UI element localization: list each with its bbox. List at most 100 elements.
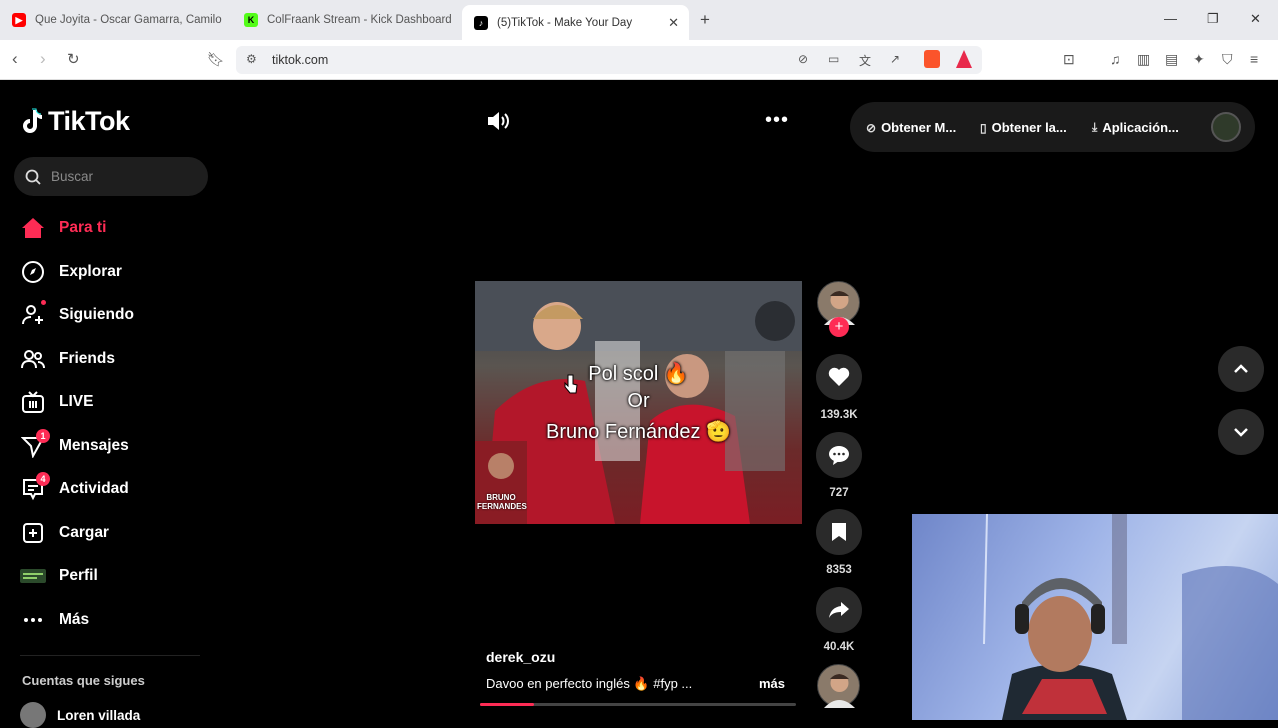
compass-icon bbox=[20, 259, 46, 285]
sidebar-item-perfil[interactable]: Perfil bbox=[20, 561, 98, 591]
video-overlay-line: Bruno Fernández 🫡 bbox=[546, 421, 731, 443]
translate-icon[interactable]: 文 bbox=[859, 52, 871, 69]
webcam-overlay bbox=[912, 514, 1278, 720]
tiktok-logo[interactable]: TikTok bbox=[20, 106, 130, 137]
logo-text: TikTok bbox=[48, 106, 130, 136]
save-button[interactable] bbox=[816, 509, 862, 555]
get-coins-button[interactable]: ⊘ Obtener M... bbox=[866, 120, 956, 135]
messages-icon: 1 bbox=[20, 429, 50, 459]
previous-video-button[interactable] bbox=[1218, 346, 1264, 392]
tab-title: (5)TikTok - Make Your Day bbox=[497, 16, 633, 29]
notification-dot bbox=[41, 300, 46, 305]
tiktok-app: TikTok Buscar Para ti Explorar Siguiendo… bbox=[0, 80, 1278, 728]
top-action-bar: ⊘ Obtener M... ▯ Obtener la... ⤓ Aplicac… bbox=[850, 102, 1255, 152]
close-tab-icon[interactable]: ✕ bbox=[668, 15, 679, 31]
tiktok-icon: ♪ bbox=[474, 15, 488, 30]
more-description-button[interactable]: más bbox=[759, 676, 785, 691]
video-overlay-line: Pol scol 🔥 bbox=[588, 363, 689, 385]
tiktok-logo-icon bbox=[23, 108, 42, 133]
cast-icon[interactable]: ▭ bbox=[828, 52, 839, 66]
back-button[interactable]: ‹ bbox=[12, 49, 18, 69]
close-window-button[interactable]: ✕ bbox=[1250, 11, 1261, 27]
search-input[interactable]: Buscar bbox=[14, 157, 208, 196]
comment-count: 727 bbox=[829, 487, 849, 499]
bookmark-icon bbox=[832, 523, 846, 541]
tab-youtube[interactable]: ▶ Que Joyita - Oscar Gamarra, Camilo bbox=[12, 5, 222, 35]
search-placeholder: Buscar bbox=[51, 169, 94, 184]
like-count: 139.3K bbox=[820, 409, 858, 421]
next-video-button[interactable] bbox=[1218, 409, 1264, 455]
wallet-icon[interactable]: ▤ bbox=[1165, 51, 1178, 68]
panel-icon[interactable]: ▥ bbox=[1137, 51, 1150, 68]
address-bar[interactable]: ⚙ tiktok.com ⊘ ▭ 文 ↗ bbox=[236, 46, 982, 74]
menu-icon[interactable]: ≡ bbox=[1250, 51, 1258, 67]
phone-icon: ▯ bbox=[980, 120, 987, 135]
tab-title: Que Joyita - Oscar Gamarra, Camilo bbox=[35, 14, 222, 26]
music-icon[interactable]: ♫ bbox=[1110, 51, 1121, 67]
friends-icon bbox=[20, 346, 46, 372]
video-author[interactable]: derek_ozu bbox=[486, 649, 555, 665]
following-account[interactable]: Loren villada bbox=[20, 702, 140, 728]
tab-kick[interactable]: K ColFraank Stream - Kick Dashboard bbox=[244, 5, 454, 35]
reader-icon[interactable]: ⊘ bbox=[798, 52, 808, 66]
activity-badge: 4 bbox=[36, 472, 50, 486]
share-icon[interactable]: ↗ bbox=[890, 52, 900, 66]
sidebar-item-live[interactable]: LIVE bbox=[20, 387, 93, 417]
upload-icon bbox=[20, 520, 46, 546]
sidebar-item-actividad[interactable]: 4 Actividad bbox=[20, 472, 129, 504]
vpn-icon[interactable]: ⛉ bbox=[1222, 51, 1233, 68]
restore-button[interactable]: ❐ bbox=[1207, 11, 1219, 27]
volume-button[interactable] bbox=[486, 110, 510, 137]
video-overlay-line: Or bbox=[627, 390, 650, 412]
minimize-button[interactable]: — bbox=[1164, 11, 1177, 26]
heart-icon bbox=[828, 367, 850, 386]
streamer-webcam bbox=[983, 514, 1278, 720]
tab-title: ColFraank Stream - Kick Dashboard bbox=[267, 14, 452, 26]
coin-icon: ⊘ bbox=[866, 120, 877, 135]
chevron-up-icon bbox=[1234, 364, 1248, 373]
kick-icon: K bbox=[244, 13, 258, 27]
next-creator-avatar[interactable] bbox=[817, 664, 860, 708]
sidebar-item-explorar[interactable]: Explorar bbox=[20, 257, 122, 287]
comment-button[interactable] bbox=[816, 432, 862, 478]
sidebar-item-mensajes[interactable]: 1 Mensajes bbox=[20, 429, 129, 461]
more-icon bbox=[20, 607, 46, 633]
like-button[interactable] bbox=[816, 354, 862, 400]
site-settings-icon[interactable]: ⚙ bbox=[246, 52, 257, 66]
new-tab-button[interactable]: + bbox=[700, 10, 710, 30]
ai-icon[interactable]: ✦ bbox=[1193, 51, 1205, 68]
share-button[interactable] bbox=[816, 587, 862, 633]
sidebar-item-cargar[interactable]: Cargar bbox=[20, 518, 109, 548]
bookmark-icon[interactable]: 🔖︎ bbox=[207, 51, 225, 68]
following-header: Cuentas que sigues bbox=[22, 673, 145, 688]
video-progress-bar[interactable] bbox=[480, 703, 796, 706]
sidebar-item-mas[interactable]: Más bbox=[20, 605, 89, 635]
reload-button[interactable]: ↻ bbox=[67, 50, 80, 68]
chevron-down-icon bbox=[1234, 428, 1248, 437]
home-icon bbox=[20, 215, 46, 241]
live-icon bbox=[20, 389, 46, 415]
sidebar-icon[interactable]: ⊡ bbox=[1063, 51, 1075, 68]
sidebar-item-siguiendo[interactable]: Siguiendo bbox=[20, 300, 134, 330]
avatar bbox=[20, 702, 46, 728]
comment-icon bbox=[829, 446, 849, 465]
video-description: Davoo en perfecto inglés 🔥 #fyp ... bbox=[486, 676, 693, 691]
video-player[interactable]: Pol scol 🔥 Or Bruno Fernández 🫡 BRUNO FE… bbox=[475, 281, 802, 524]
download-app-button[interactable]: ⤓ Aplicación... bbox=[1092, 120, 1179, 135]
sidebar-item-para-ti[interactable]: Para ti bbox=[20, 213, 106, 243]
browser-toolbar: ‹ › ↻ 🔖︎ ⚙ tiktok.com ⊘ ▭ 文 ↗ ⊡ ♫ ▥ ▤ ✦ … bbox=[0, 40, 1278, 80]
share-count: 40.4K bbox=[823, 641, 855, 653]
sidebar-item-friends[interactable]: Friends bbox=[20, 344, 115, 374]
forward-button[interactable]: › bbox=[40, 49, 46, 69]
share-arrow-icon bbox=[829, 602, 849, 618]
follow-plus-button[interactable]: + bbox=[829, 317, 849, 337]
user-avatar[interactable] bbox=[1211, 112, 1241, 142]
messages-badge: 1 bbox=[36, 429, 50, 443]
save-count: 8353 bbox=[826, 564, 852, 576]
get-app-button[interactable]: ▯ Obtener la... bbox=[980, 120, 1067, 135]
video-options-icon[interactable]: ••• bbox=[765, 109, 789, 132]
profile-icon bbox=[20, 563, 46, 589]
brave-shield-icon[interactable] bbox=[924, 50, 940, 68]
tab-tiktok[interactable]: ♪ (5)TikTok - Make Your Day ✕ bbox=[462, 5, 689, 40]
brave-rewards-icon[interactable] bbox=[956, 50, 972, 68]
